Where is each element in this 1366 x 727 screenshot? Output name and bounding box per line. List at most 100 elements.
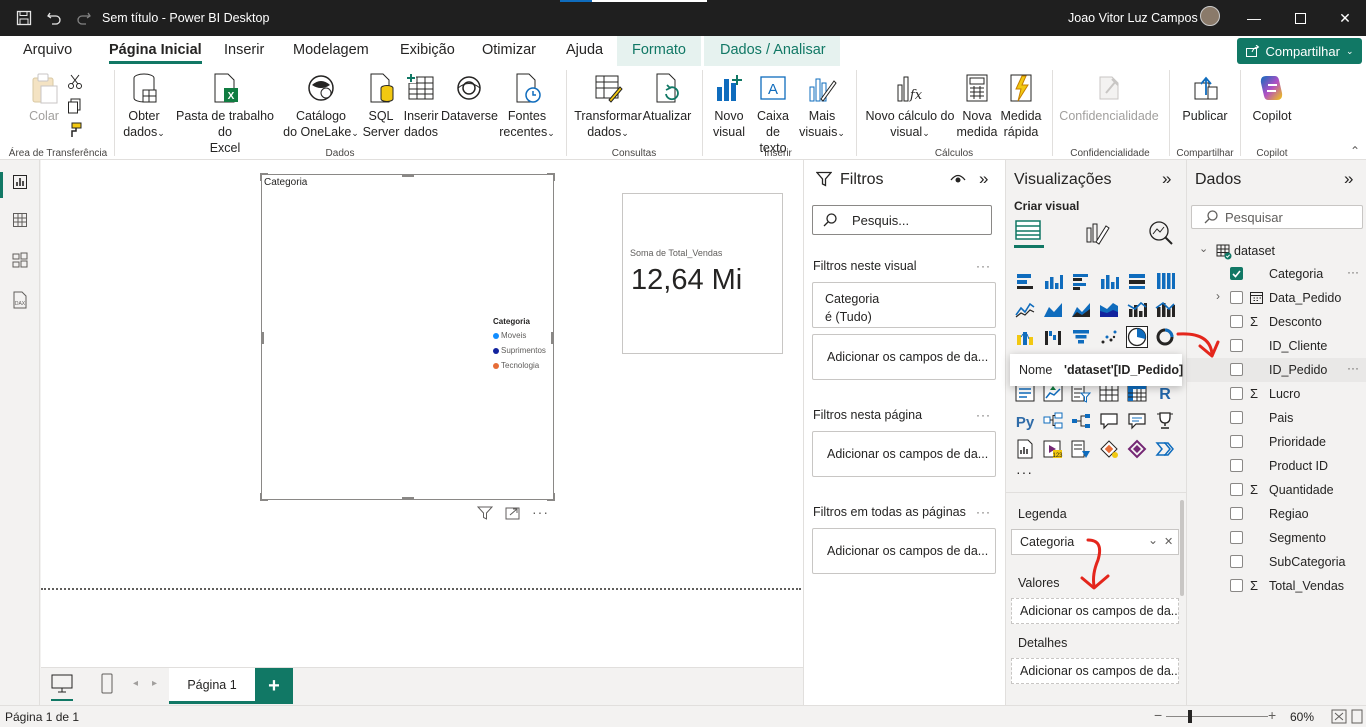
field-total-vendas[interactable]: Σ Total_Vendas	[1187, 574, 1366, 598]
format-visual-icon[interactable]	[1084, 220, 1110, 249]
tab-inserir[interactable]: Inserir	[224, 42, 264, 58]
filter-search-input[interactable]: Pesquis...	[812, 205, 992, 235]
tab-otimizar[interactable]: Otimizar	[482, 42, 536, 58]
legend-item-moveis[interactable]: Moveis	[493, 328, 546, 343]
field-checkbox[interactable]	[1230, 483, 1243, 496]
collapse-table-icon[interactable]: ⌄	[1199, 242, 1208, 255]
maximize-icon[interactable]	[1285, 6, 1315, 30]
scrollbar-thumb[interactable]	[1180, 500, 1184, 596]
field-desconto[interactable]: Σ Desconto	[1187, 310, 1366, 334]
line-chart-icon[interactable]	[1014, 298, 1036, 320]
tab-formato[interactable]: Formato	[632, 42, 686, 58]
zoom-in-button[interactable]: +	[1268, 707, 1276, 723]
values-well-drop[interactable]: Adicionar os campos de da...	[1011, 598, 1179, 624]
avatar[interactable]	[1200, 6, 1220, 26]
scatter-chart-icon[interactable]	[1098, 326, 1120, 348]
pie-chart-visual[interactable]: Categoria Categoria Moveis Suprimentos T…	[260, 173, 555, 501]
new-measure-button[interactable]: Nova medida	[955, 72, 999, 140]
key-influencers-icon[interactable]	[1042, 410, 1064, 432]
field-checkbox[interactable]	[1230, 363, 1243, 376]
enter-data-button[interactable]: Inserir dados	[401, 72, 441, 140]
stacked-column-chart-icon[interactable]	[1042, 270, 1064, 292]
field-subcategoria[interactable]: SubCategoria	[1187, 550, 1366, 574]
scroll-right-icon[interactable]: ▸	[152, 678, 157, 689]
model-view-icon[interactable]	[10, 250, 30, 270]
field-checkbox[interactable]	[1230, 579, 1243, 592]
field-id-cliente[interactable]: ID_Cliente	[1187, 334, 1366, 358]
dataverse-button[interactable]: Dataverse	[441, 72, 498, 124]
data-search-input[interactable]: Pesquisar	[1191, 205, 1363, 229]
waterfall-chart-icon[interactable]	[1042, 326, 1064, 348]
fit-width-icon[interactable]	[1351, 709, 1363, 727]
qna-icon[interactable]	[1098, 410, 1120, 432]
field-prioridade[interactable]: Prioridade	[1187, 430, 1366, 454]
metrics-icon[interactable]	[1154, 410, 1176, 432]
minimize-icon[interactable]: —	[1239, 6, 1269, 30]
field-checkbox[interactable]	[1230, 315, 1243, 328]
report-view-icon[interactable]	[10, 172, 30, 192]
chevron-down-icon[interactable]: ⌄	[1148, 533, 1158, 547]
field-checkbox[interactable]	[1230, 387, 1243, 400]
arcgis-icon[interactable]	[1098, 438, 1120, 460]
collapse-data-icon[interactable]: »	[1344, 169, 1353, 189]
field-checkbox[interactable]	[1230, 531, 1243, 544]
more-options-icon[interactable]: ···	[1347, 265, 1359, 279]
refresh-button[interactable]: Atualizar	[642, 72, 692, 124]
share-button[interactable]: Compartilhar ⌄	[1237, 38, 1362, 64]
paginated-report-icon[interactable]	[1014, 438, 1036, 460]
quick-measure-button[interactable]: Medida rápida	[998, 72, 1044, 140]
text-box-button[interactable]: A Caixa de texto	[749, 72, 797, 156]
card-visual[interactable]: Soma de Total_Vendas 12,64 Mi	[622, 193, 783, 354]
stacked-bar-chart-icon[interactable]	[1014, 270, 1036, 292]
field-quantidade[interactable]: Σ Quantidade	[1187, 478, 1366, 502]
power-automate-icon[interactable]	[1070, 438, 1092, 460]
sensitivity-button[interactable]: Confidencialidade	[1058, 72, 1160, 124]
donut-chart-icon[interactable]	[1154, 326, 1176, 348]
filter-drop-visual[interactable]: Adicionar os campos de da...	[812, 334, 996, 380]
field-checkbox[interactable]	[1230, 339, 1243, 352]
eye-icon[interactable]	[950, 172, 966, 189]
recent-sources-button[interactable]: Fontes recentes⌄	[497, 72, 557, 141]
report-canvas[interactable]: Categoria Categoria Moveis Suprimentos T…	[41, 160, 803, 667]
collapse-filters-icon[interactable]: »	[979, 169, 988, 189]
field-checkbox[interactable]	[1230, 435, 1243, 448]
desktop-layout-icon[interactable]	[51, 674, 73, 701]
filter-card-categoria[interactable]: Categoria é (Tudo)	[812, 282, 996, 328]
smart-narrative-icon[interactable]	[1126, 410, 1148, 432]
python-visual-icon[interactable]: Py	[1014, 410, 1036, 432]
field-checkbox[interactable]	[1230, 291, 1243, 304]
excel-workbook-button[interactable]: X Pasta de trabalho do Excel	[168, 72, 282, 156]
legend-well-field[interactable]: Categoria ⌄ ✕	[1011, 529, 1179, 555]
sql-server-button[interactable]: SQL Server	[360, 72, 402, 140]
zoom-out-button[interactable]: −	[1154, 707, 1162, 723]
details-well-drop[interactable]: Adicionar os campos de da...	[1011, 658, 1179, 684]
field-segmento[interactable]: Segmento	[1187, 526, 1366, 550]
resize-handle[interactable]	[547, 173, 555, 181]
area-chart-icon[interactable]	[1042, 298, 1064, 320]
stacked-area-chart-icon[interactable]	[1070, 298, 1092, 320]
ribbon-chart-icon[interactable]	[1014, 326, 1036, 348]
tab-arquivo[interactable]: Arquivo	[23, 42, 72, 58]
clustered-bar-chart-icon[interactable]	[1070, 270, 1092, 292]
tab-modelagem[interactable]: Modelagem	[293, 42, 369, 58]
legend-item-suprimentos[interactable]: Suprimentos	[493, 343, 546, 358]
copy-icon[interactable]	[67, 98, 83, 117]
table-view-icon[interactable]	[10, 210, 30, 230]
redo-icon[interactable]	[74, 8, 94, 28]
field-checkbox[interactable]	[1230, 555, 1243, 568]
zoom-slider-thumb[interactable]	[1188, 710, 1192, 723]
tab-exibicao[interactable]: Exibição	[400, 42, 455, 58]
expand-icon[interactable]: ›	[1216, 289, 1220, 303]
new-visual-calc-button[interactable]: fx Novo cálculo do visual⌄	[864, 72, 956, 141]
filter-drop-all[interactable]: Adicionar os campos de da...	[812, 528, 996, 574]
more-options-icon[interactable]: ···	[1347, 361, 1359, 375]
scroll-left-icon[interactable]: ◂	[133, 678, 138, 689]
field-product-id[interactable]: Product ID	[1187, 454, 1366, 478]
build-visual-tab[interactable]	[1014, 218, 1044, 248]
format-painter-icon[interactable]	[67, 122, 83, 141]
field-categoria[interactable]: Categoria ···	[1187, 262, 1366, 286]
more-visuals-button[interactable]: Mais visuais⌄	[797, 72, 847, 141]
fit-to-page-icon[interactable]	[1331, 709, 1347, 727]
user-name[interactable]: Joao Vitor Luz Campos	[1068, 11, 1198, 25]
table-name[interactable]: dataset	[1234, 244, 1275, 258]
